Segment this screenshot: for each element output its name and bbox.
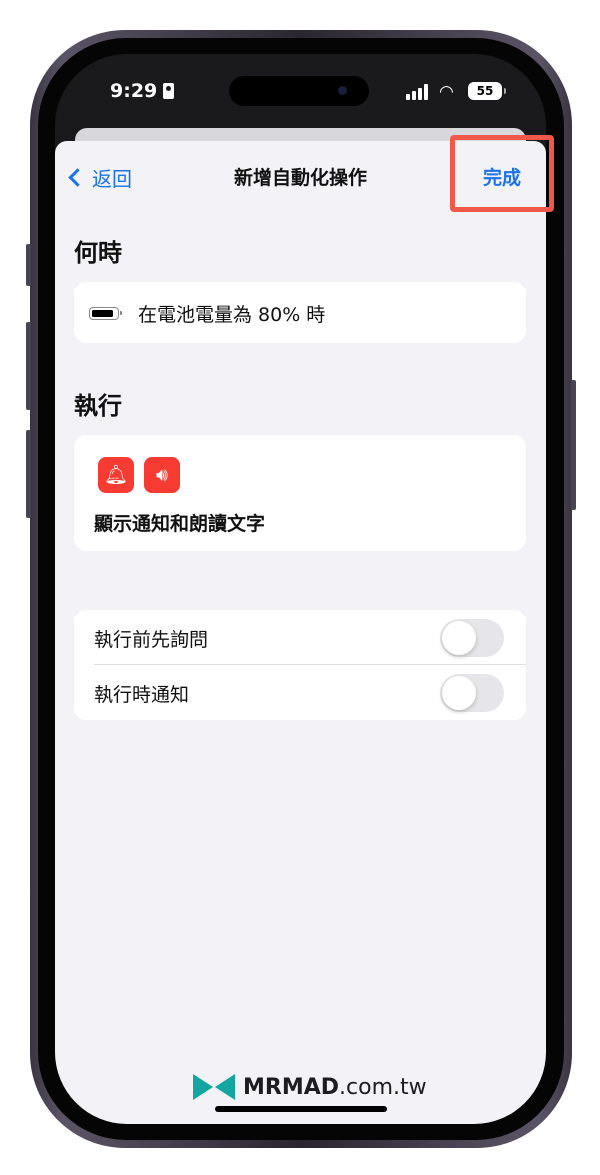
done-button-highlight (450, 135, 554, 212)
when-section-title: 何時 (74, 239, 122, 267)
trigger-condition: 在電池電量為 80% 時 (138, 304, 326, 326)
option-row-notify-when-run: 執行時通知 (74, 665, 526, 719)
contact-card-icon (163, 83, 174, 99)
volume-up-button (26, 322, 31, 410)
phone-screen: 9:29 ◠ 55 返回 新增自動化操作 完成 何時 在電池電量為 80% 時 … (55, 54, 546, 1124)
action-label: 顯示通知和朗讀文字 (94, 513, 266, 535)
option-row-ask-before-running: 執行前先詢問 (74, 610, 526, 664)
action-card[interactable]: 🔔︎ 🔊︎ 顯示通知和朗讀文字 (74, 435, 526, 551)
speaker-icon: 🔊︎ (144, 457, 180, 493)
notify-when-run-toggle[interactable] (440, 674, 504, 712)
options-card: 執行前先詢問 執行時通知 (74, 610, 526, 720)
notification-bell-icon: 🔔︎ (98, 457, 134, 493)
dynamic-island (229, 76, 369, 106)
cellular-signal-icon (406, 84, 432, 100)
status-bar: 9:29 ◠ 55 (55, 54, 546, 124)
ask-before-running-toggle[interactable] (440, 619, 504, 657)
watermark-text: MRMAD.com.tw (243, 1074, 427, 1100)
power-button (571, 380, 576, 510)
wifi-icon: ◠ (439, 82, 454, 102)
run-section-title: 執行 (74, 392, 122, 420)
volume-down-button (26, 430, 31, 518)
option-label: 執行前先詢問 (94, 629, 209, 651)
mrmad-logo-icon (193, 1074, 235, 1100)
home-indicator[interactable] (215, 1106, 387, 1112)
option-label: 執行時通知 (94, 684, 190, 706)
automation-sheet: 返回 新增自動化操作 完成 何時 在電池電量為 80% 時 執行 🔔︎ 🔊︎ 顯… (55, 141, 546, 1124)
watermark: MRMAD.com.tw (193, 1074, 427, 1100)
trigger-card[interactable]: 在電池電量為 80% 時 (74, 282, 526, 343)
battery-icon: 55 (468, 82, 506, 100)
battery-level-icon (89, 307, 122, 320)
action-button (26, 244, 31, 286)
status-time: 9:29 (110, 80, 158, 102)
